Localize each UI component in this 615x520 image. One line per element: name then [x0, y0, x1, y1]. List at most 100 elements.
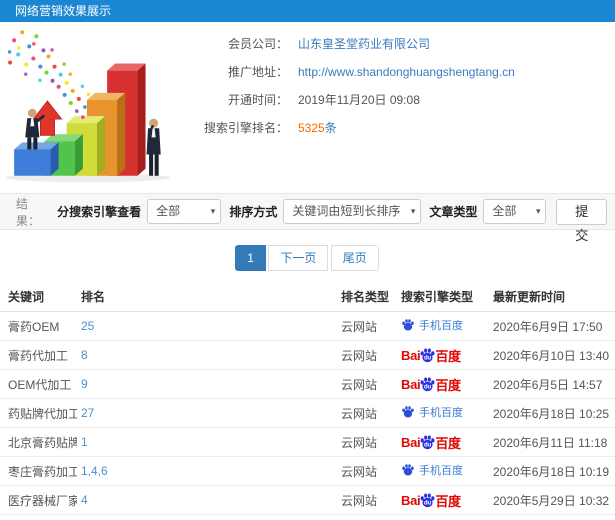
baidu-paw-icon [402, 406, 414, 418]
pagination: 1 下一页 尾页 [0, 245, 615, 271]
growth-bar-chart-illustration [0, 22, 192, 184]
filter-bar: 结果： 分搜索引擎查看 全部 排序方式 关键词由短到长排序 文章类型 全部 提交 [0, 193, 615, 243]
table-row: 北京膏药贴牌 1 云网站 Bai du 百度 2020年6月11日 11:18 [0, 427, 615, 457]
engine-filter-select[interactable]: 全部 [147, 199, 222, 224]
updated-cell: 2020年6月11日 11:18 [489, 427, 615, 457]
rank-type-cell: 云网站 [337, 340, 397, 370]
info-row-open-time: 开通时间： 2019年11月20日 09:08 [192, 86, 615, 114]
mobile-baidu-logo: 手机百度 [401, 462, 463, 478]
rank-link[interactable]: 27 [77, 398, 337, 428]
table-row: 医疗器械厂家 4 云网站 Bai du 百度 2020年5月29日 10:32 [0, 485, 615, 515]
company-name-link[interactable]: 山东皇圣堂药业有限公司 [298, 30, 430, 58]
rank-type-cell: 云网站 [337, 456, 397, 486]
engine-cell: Bai du 百度 [397, 485, 489, 515]
info-row-rank-count: 搜索引擎排名： 5325条 [192, 114, 615, 142]
updated-cell: 2020年6月5日 14:57 [489, 369, 615, 399]
article-type-value: 全部 [492, 204, 517, 218]
engine-cell: 手机百度 [397, 398, 489, 428]
rank-link[interactable]: 8 [77, 340, 337, 370]
engine-cell: 手机百度 [397, 514, 489, 520]
table-row: 膏药代加工 8 云网站 Bai du 百度 2020年6月10日 13:40 [0, 340, 615, 370]
chevron-down-icon [536, 200, 541, 223]
table-row: 膏药OEM 25 云网站 手机百度 2020年6月9日 17:50 [0, 311, 615, 341]
engine-cell: Bai du 百度 [397, 369, 489, 399]
rank-link[interactable]: 9 [77, 369, 337, 399]
promo-url-label: 推广地址： [227, 65, 288, 79]
keyword-cell: 北京膏药贴牌 [0, 427, 77, 457]
header-updated: 最新更新时间 [489, 283, 615, 312]
baidu-logo: Bai du 百度 [401, 376, 461, 393]
promo-url-link[interactable]: http://www.shandonghuangshengtang.cn [298, 58, 515, 86]
company-label: 会员公司： [227, 37, 288, 51]
chevron-down-icon [411, 200, 416, 223]
engine-filter-label: 分搜索引擎查看 [57, 205, 142, 219]
keyword-cell: 菏泽膏药厂家 [0, 514, 77, 520]
table-header-row: 关键词 排名 排名类型 搜索引擎类型 最新更新时间 [0, 283, 615, 312]
table-row: OEM代加工 9 云网站 Bai du 百度 2020年6月5日 14:57 [0, 369, 615, 399]
rank-type-cell: 云网站 [337, 427, 397, 457]
rank-link[interactable]: 17 [77, 514, 337, 520]
svg-text:du: du [424, 384, 431, 390]
info-row-company: 会员公司： 山东皇圣堂药业有限公司 [192, 30, 615, 58]
header-rank: 排名 [77, 283, 337, 312]
updated-cell: 2020年6月11日 11:40 [489, 514, 615, 520]
mobile-baidu-logo: 手机百度 [401, 404, 463, 420]
submit-button[interactable]: 提交 [556, 198, 608, 243]
table-row: 枣庄膏药加工 1,4,6 云网站 手机百度 2020年6月18日 10:19 [0, 456, 615, 486]
svg-text:du: du [424, 500, 431, 506]
rank-count-label: 搜索引擎排名： [203, 121, 288, 135]
updated-cell: 2020年5月29日 10:32 [489, 485, 615, 515]
updated-cell: 2020年6月9日 17:50 [489, 311, 615, 341]
baidu-paw-icon: du [420, 434, 435, 449]
engine-filter-value: 全部 [156, 204, 181, 218]
article-type-select[interactable]: 全部 [483, 199, 547, 224]
3d-bar-chart-image [5, 30, 171, 183]
keyword-cell: 药贴牌代加工 [0, 398, 77, 428]
keyword-cell: 医疗器械厂家 [0, 485, 77, 515]
mobile-baidu-logo: 手机百度 [401, 317, 463, 333]
keyword-cell: 膏药OEM [0, 311, 77, 341]
engine-cell: Bai du 百度 [397, 340, 489, 370]
rank-count-unit: 条 [324, 121, 337, 135]
header-engine-type: 搜索引擎类型 [397, 283, 489, 312]
updated-cell: 2020年6月18日 10:19 [489, 456, 615, 486]
open-time-label: 开通时间： [227, 93, 288, 107]
rank-type-cell: 云网站 [337, 398, 397, 428]
page-button-last[interactable]: 尾页 [330, 245, 379, 271]
header-keyword: 关键词 [0, 283, 77, 312]
keyword-cell: 膏药代加工 [0, 340, 77, 370]
sort-filter-select[interactable]: 关键词由短到长排序 [283, 199, 422, 224]
rank-link[interactable]: 4 [77, 485, 337, 515]
ranking-table: 关键词 排名 排名类型 搜索引擎类型 最新更新时间 膏药OEM 25 云网站 手机百度… [0, 283, 615, 520]
baidu-paw-icon [402, 319, 414, 331]
open-time-value: 2019年11月20日 09:08 [298, 93, 420, 107]
table-body: 膏药OEM 25 云网站 手机百度 2020年6月9日 17:50 膏药代加工 8 云网站 Ba… [0, 311, 615, 520]
header-rank-type: 排名类型 [337, 283, 397, 312]
rank-link[interactable]: 1 [77, 427, 337, 457]
article-type-label: 文章类型 [429, 205, 478, 219]
page-title: 网络营销效果展示 [0, 0, 615, 22]
businessman-right-figure [146, 118, 161, 176]
baidu-paw-icon: du [420, 347, 435, 362]
sort-filter-label: 排序方式 [229, 205, 278, 219]
rank-link[interactable]: 25 [77, 311, 337, 341]
rank-type-cell: 云网站 [337, 311, 397, 341]
keyword-cell: 枣庄膏药加工 [0, 456, 77, 486]
svg-text:du: du [424, 355, 431, 361]
page-button-current[interactable]: 1 [235, 245, 266, 271]
engine-cell: 手机百度 [397, 456, 489, 486]
keyword-cell: OEM代加工 [0, 369, 77, 399]
baidu-logo: Bai du 百度 [401, 492, 461, 509]
sort-filter-value: 关键词由短到长排序 [292, 204, 401, 218]
company-info-section: 会员公司： 山东皇圣堂药业有限公司 推广地址： http://www.shand… [0, 22, 615, 193]
rank-type-cell: 云网站 [337, 369, 397, 399]
svg-text:du: du [424, 442, 431, 448]
rank-type-cell: 云网站 [337, 514, 397, 520]
rank-link[interactable]: 1,4,6 [77, 456, 337, 486]
table-row: 药贴牌代加工 27 云网站 手机百度 2020年6月18日 10:25 [0, 398, 615, 428]
updated-cell: 2020年6月10日 13:40 [489, 340, 615, 370]
info-row-url: 推广地址： http://www.shandonghuangshengtang.… [192, 58, 615, 86]
page-button-next[interactable]: 下一页 [268, 245, 329, 271]
baidu-logo: Bai du 百度 [401, 347, 461, 364]
baidu-paw-icon [402, 464, 414, 476]
